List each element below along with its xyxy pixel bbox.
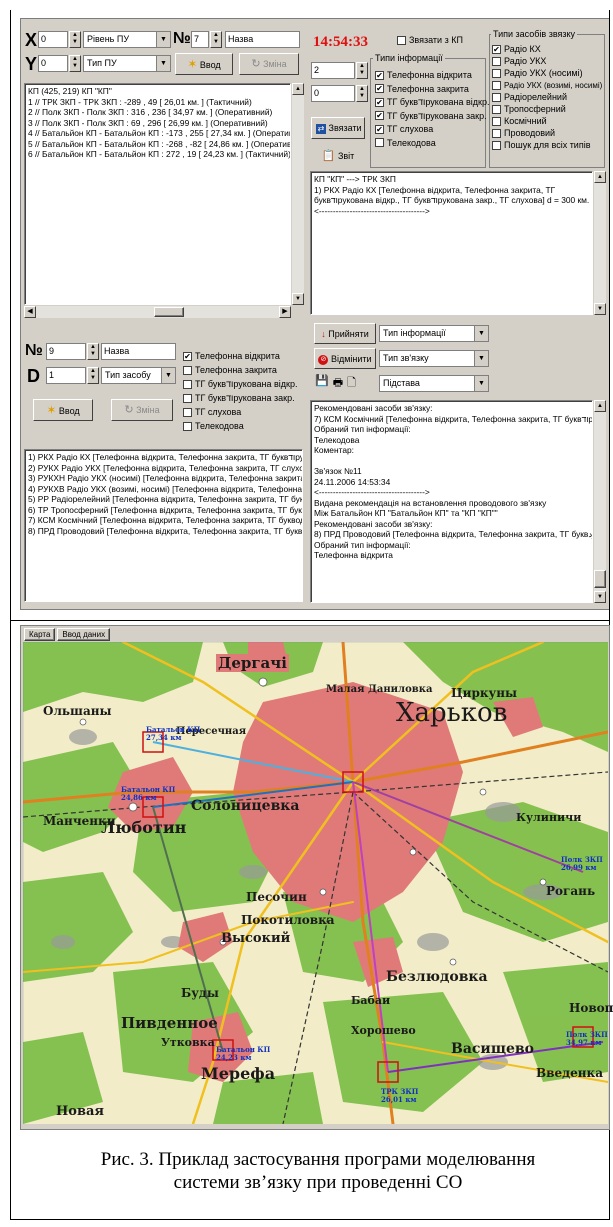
tab-data-entry[interactable]: Ввод даних [57, 628, 111, 641]
unit-label-bat2: Батальон КП 27,34 км [146, 725, 201, 742]
map-label-merefa: Мерефа [201, 1064, 276, 1083]
map-label-kulinichi: Кулиничи [516, 811, 582, 824]
map-label-bezlyudovka: Безлюдовка [386, 969, 488, 985]
map-label-malaya-danilovka: Малая Даниловка [326, 684, 433, 695]
unit-label-polk1: Полк ЗКП 34,97 км [566, 1030, 608, 1047]
map-label-babai: Бабаи [351, 994, 391, 1007]
unit-label-trk: ТРК ЗКП 26,01 км [381, 1087, 419, 1104]
map-tabs: Карта Ввод даних [24, 628, 111, 641]
map-window: Карта Ввод даних Харьков Дергачі Люботин… [20, 625, 613, 1130]
frame-separator [10, 620, 610, 621]
map-label-vvedenka: Введенка [536, 1066, 603, 1080]
map-label-budy: Буды [181, 986, 219, 1000]
map-label-solonitsevka: Солоницевка [191, 798, 300, 814]
map-label-pokotilovka: Покотиловка [241, 913, 335, 927]
map-label-olshany: Ольшаны [43, 704, 112, 718]
figure-caption: Рис. 3. Приклад застосування програми мо… [48, 1148, 588, 1194]
map-label-khoroshevo: Хорошево [351, 1024, 416, 1037]
map-label-utkovka: Утковка [161, 1036, 215, 1049]
map-label-novaya: Новая [56, 1104, 105, 1119]
map-label-vasishchevo: Васищево [451, 1041, 534, 1057]
map-label-vysokiy: Высокий [221, 931, 291, 946]
map-label-manchenki: Манченки [43, 814, 116, 828]
map-label-peschanoe: Песочин [246, 890, 307, 904]
caption-line-2: системи зв’язку при проведенні СО [173, 1172, 463, 1193]
tab-map[interactable]: Карта [24, 628, 56, 641]
map-label-tsirkuny: Циркуны [451, 686, 518, 700]
unit-label-bat3: Батальон КП 24,23 км [216, 1045, 271, 1062]
caption-line-1: Рис. 3. Приклад застосування програми мо… [100, 1149, 536, 1170]
map-label-novopokrovka: Новопо [569, 1001, 613, 1015]
map-label-pivdenne: Пивденное [121, 1014, 218, 1032]
map-label-kharkov: Харьков [396, 698, 508, 728]
map-label-rogan: Рогань [546, 884, 596, 898]
unit-label-polk2: Полк ЗКП 26,99 км [561, 855, 603, 872]
map-label-dergachi: Дергачі [216, 654, 289, 672]
unit-label-bat1: Батальон КП 24,86 км [121, 785, 176, 802]
